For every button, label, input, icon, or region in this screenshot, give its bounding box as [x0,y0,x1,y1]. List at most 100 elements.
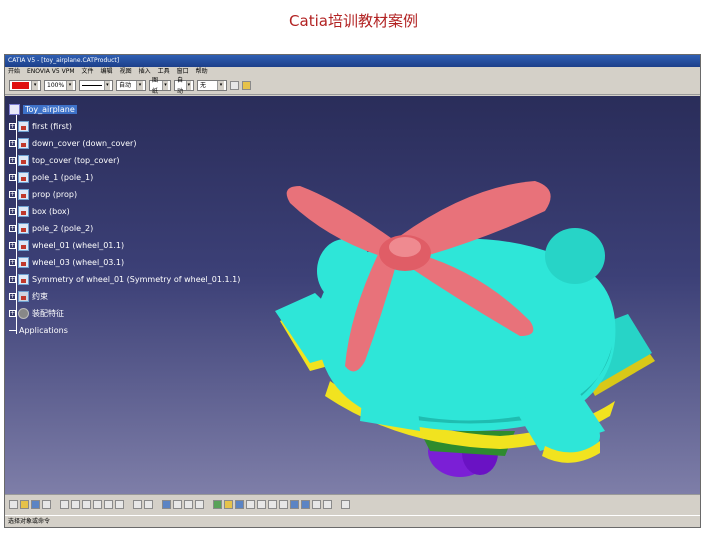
tree-branch [9,329,17,331]
expand-icon[interactable]: + [9,190,16,198]
propeller-hub-top [389,237,421,257]
expand-icon[interactable]: + [9,156,16,164]
3d-viewport[interactable]: Toy_airplane + first (first) + down_cove… [5,96,700,494]
toy-airplane-model[interactable] [270,131,670,491]
formula-icon[interactable] [133,500,142,509]
tree-item-first[interactable]: + first (first) [9,119,72,133]
thickness-select[interactable]: 自动 ▾ [116,80,146,91]
redo-icon[interactable] [104,500,113,509]
graphic-properties-toolbar: ▾ 100% ▾ ▾ 自动 ▾ 图纸 ▾ 自动 ▾ 无 ▾ [5,77,700,95]
tree-item-constraints[interactable]: + 约束 [9,289,48,303]
whats-this-icon[interactable] [115,500,124,509]
tree-item-wheel-01[interactable]: + wheel_01 (wheel_01.1) [9,238,124,252]
new-icon[interactable] [9,500,18,509]
hide-show-icon[interactable] [312,500,321,509]
menu-start[interactable]: 开始 [8,67,20,77]
quick-view-icon[interactable] [290,500,299,509]
tree-item-assembly-features[interactable]: + 装配特征 [9,306,64,320]
catalog-icon[interactable] [162,500,171,509]
style-value: 自动 [177,76,184,95]
expand-icon[interactable]: + [9,224,16,232]
zoom-out-icon[interactable] [268,500,277,509]
print-icon[interactable] [42,500,51,509]
menu-insert[interactable]: 插入 [139,67,151,77]
part-icon [18,188,29,200]
transparency-select[interactable]: 100% ▾ [44,80,76,91]
tree-item-pole-1[interactable]: + pole_1 (pole_1) [9,170,93,184]
chevron-down-icon: ▾ [31,81,38,90]
layer-value: 图纸 [152,76,159,95]
knowledge-icon[interactable] [173,500,182,509]
analysis-icon[interactable] [195,500,204,509]
tree-item-label: pole_1 (pole_1) [32,172,94,182]
swap-space-icon[interactable] [323,500,332,509]
open-icon[interactable] [20,500,29,509]
tree-item-label: top_cover (top_cover) [32,155,120,165]
tree-root[interactable]: Toy_airplane [9,102,77,116]
expand-icon[interactable]: + [9,309,16,317]
layer-select[interactable]: 图纸 ▾ [149,77,171,95]
zoom-in-icon[interactable] [257,500,266,509]
tree-item-down-cover[interactable]: + down_cover (down_cover) [9,136,136,150]
expand-icon[interactable]: + [9,241,16,249]
part-icon [18,273,29,285]
expand-icon[interactable]: + [9,292,16,300]
tree-item-symmetry-wheel[interactable]: + Symmetry of wheel_01 (Symmetry of whee… [9,272,240,286]
tree-item-label: wheel_03 (wheel_03.1) [32,257,125,267]
layer-name-select[interactable]: 无 ▾ [197,80,227,91]
product-icon [9,103,20,115]
save-icon[interactable] [31,500,40,509]
part-icon [18,120,29,132]
chevron-down-icon: ▾ [217,81,224,90]
part-icon [18,222,29,234]
chevron-down-icon: ▾ [103,81,110,90]
tree-item-label: 装配特征 [32,308,64,318]
chevron-down-icon: ▾ [136,81,143,90]
normal-view-icon[interactable] [279,500,288,509]
tree-item-applications[interactable]: Applications [9,323,68,337]
line-swatch [82,85,102,86]
menu-bar: 开始 ENOVIA V5 VPM 文件 编辑 视图 插入 工具 窗口 帮助 [5,67,700,77]
rotate-icon[interactable] [246,500,255,509]
pan-icon[interactable] [235,500,244,509]
sketcher-icon[interactable] [341,500,350,509]
linetype-select[interactable]: ▾ [79,80,113,91]
layer-name-value: 无 [200,82,207,89]
view-mode-icon[interactable] [301,500,310,509]
menu-edit[interactable]: 编辑 [101,67,113,77]
fit-all-icon[interactable] [224,500,233,509]
color-select[interactable]: ▾ [9,80,41,91]
tree-item-pole-2[interactable]: + pole_2 (pole_2) [9,221,93,235]
measure-icon[interactable] [184,500,193,509]
part-icon [18,205,29,217]
expand-icon[interactable]: + [9,258,16,266]
expand-icon[interactable]: + [9,173,16,181]
expand-icon[interactable]: + [9,139,16,147]
page-caption: Catia培训教材案例 [289,12,418,30]
tree-item-box[interactable]: + box (box) [9,204,70,218]
tree-item-prop[interactable]: + prop (prop) [9,187,77,201]
expand-icon[interactable]: + [9,275,16,283]
expand-icon[interactable]: + [9,207,16,215]
menu-enovia[interactable]: ENOVIA V5 VPM [27,67,75,77]
menu-view[interactable]: 视图 [120,67,132,77]
paste-icon[interactable] [82,500,91,509]
expand-icon[interactable]: + [9,122,16,130]
chevron-down-icon: ▾ [66,81,73,90]
menu-file[interactable]: 文件 [82,67,94,77]
part-icon [18,239,29,251]
tree-item-wheel-03[interactable]: + wheel_03 (wheel_03.1) [9,255,124,269]
painter-icon[interactable] [230,81,239,90]
copy-format-icon[interactable] [242,81,251,90]
fly-mode-icon[interactable] [213,500,222,509]
tree-item-top-cover[interactable]: + top_cover (top_cover) [9,153,119,167]
tree-item-label: first (first) [32,121,73,131]
tree-item-label: down_cover (down_cover) [32,138,137,148]
tree-item-label: prop (prop) [32,189,78,199]
style-select[interactable]: 自动 ▾ [174,77,194,95]
menu-help[interactable]: 帮助 [196,67,208,77]
comment-icon[interactable] [144,500,153,509]
undo-icon[interactable] [93,500,102,509]
copy-icon[interactable] [71,500,80,509]
cut-icon[interactable] [60,500,69,509]
